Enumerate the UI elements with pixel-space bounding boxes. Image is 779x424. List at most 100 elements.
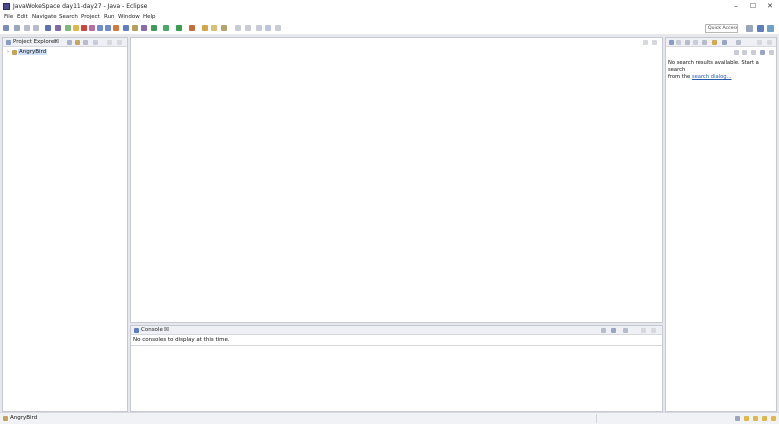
tree-item-angrybird[interactable]: › AngryBird <box>7 49 107 56</box>
open-perspective-icon[interactable] <box>746 25 753 32</box>
save-all-icon[interactable] <box>33 25 39 31</box>
prev-annotation-icon[interactable] <box>245 25 251 31</box>
problems-tab-icon[interactable] <box>676 40 681 45</box>
status-icon-4[interactable] <box>762 416 767 421</box>
status-icon-1[interactable] <box>735 416 740 421</box>
menu-navigate[interactable]: Navigate <box>32 14 57 20</box>
console-icon <box>134 328 139 333</box>
suspend-icon[interactable] <box>73 25 79 31</box>
menu-project[interactable]: Project <box>81 14 100 20</box>
filter-icon[interactable] <box>83 40 88 45</box>
minimize-view-icon[interactable] <box>107 40 112 45</box>
menu-edit[interactable]: Edit <box>17 14 28 20</box>
show-next-icon[interactable] <box>742 50 747 55</box>
console-close-icon[interactable]: ☒ <box>164 327 169 333</box>
javadoc-tab-icon[interactable] <box>685 40 690 45</box>
search-tab-icon[interactable] <box>669 40 674 45</box>
show-previous-icon[interactable] <box>734 50 739 55</box>
window-title: JavaWokeSpace day11-day27 - Java - Eclip… <box>13 3 148 10</box>
project-explorer-icon <box>6 40 11 45</box>
open-console-icon[interactable] <box>601 328 606 333</box>
search-dialog-link[interactable]: search dialog... <box>692 74 732 80</box>
status-divider <box>596 414 597 423</box>
search-message: No search results available. Start a sea… <box>668 60 776 81</box>
java-ee-perspective-icon[interactable] <box>757 25 764 32</box>
status-icon-2[interactable] <box>744 416 749 421</box>
editor-minimize-icon[interactable] <box>643 40 648 45</box>
open-folder-icon[interactable] <box>202 25 208 31</box>
console-maximize-icon[interactable] <box>651 328 656 333</box>
declaration-tab-icon[interactable] <box>693 40 698 45</box>
java-perspective-icon[interactable] <box>767 25 774 32</box>
last-edit-icon[interactable] <box>256 25 262 31</box>
resume-icon[interactable] <box>65 25 71 31</box>
search-active-tab-icon[interactable] <box>712 40 717 45</box>
java-project-icon <box>12 50 17 55</box>
status-icon-5[interactable] <box>771 416 776 421</box>
remove-results-icon[interactable] <box>751 50 756 55</box>
disconnect-icon[interactable] <box>89 25 95 31</box>
run-icon[interactable] <box>176 25 182 31</box>
close-view-icon[interactable]: ☒ <box>54 39 59 45</box>
skip-breakpoints-icon[interactable] <box>55 25 61 31</box>
menu-search[interactable]: Search <box>59 14 78 20</box>
print-icon[interactable] <box>45 25 51 31</box>
menu-file[interactable]: File <box>4 14 13 20</box>
outline-tab-icon[interactable] <box>702 40 707 45</box>
console-divider <box>131 345 662 346</box>
open-task-icon[interactable] <box>132 25 138 31</box>
selected-project-icon <box>3 416 8 421</box>
search-maximize-icon[interactable] <box>767 40 772 45</box>
history-tab-icon[interactable] <box>722 40 727 45</box>
minimize-button[interactable]: – <box>729 1 743 12</box>
forward-icon[interactable] <box>275 25 281 31</box>
search-history-icon[interactable] <box>760 50 765 55</box>
new-icon[interactable] <box>3 25 9 31</box>
step-over-icon[interactable] <box>105 25 111 31</box>
main-toolbar <box>0 22 779 35</box>
new-dropdown-icon[interactable] <box>14 25 20 31</box>
terminate-icon[interactable] <box>81 25 87 31</box>
expand-arrow-icon[interactable]: › <box>7 49 9 55</box>
project-explorer-tab[interactable]: Project Explorer <box>13 39 56 45</box>
console-message: No consoles to display at this time. <box>133 337 230 343</box>
back-icon[interactable] <box>265 25 271 31</box>
new-package-icon[interactable] <box>151 25 157 31</box>
debug-icon[interactable] <box>163 25 169 31</box>
next-annotation-icon[interactable] <box>235 25 241 31</box>
project-explorer-tabstrip: Project Explorer ☒ <box>3 38 127 47</box>
step-into-icon[interactable] <box>97 25 103 31</box>
editor-maximize-icon[interactable] <box>652 40 657 45</box>
open-type-icon[interactable] <box>123 25 129 31</box>
maximize-button[interactable]: ☐ <box>746 1 760 12</box>
console-tab[interactable]: Console <box>141 327 163 333</box>
project-explorer-view: Project Explorer ☒ › AngryBird <box>2 37 128 412</box>
status-icon-3[interactable] <box>753 416 758 421</box>
menu-run[interactable]: Run <box>104 14 115 20</box>
view-menu-icon[interactable] <box>93 40 98 45</box>
console-minimize-icon[interactable] <box>641 328 646 333</box>
quick-access-input[interactable]: Quick Access <box>705 24 738 33</box>
status-selection: AngryBird <box>10 415 38 421</box>
step-return-icon[interactable] <box>113 25 119 31</box>
menu-window[interactable]: Window <box>118 14 140 20</box>
search-message-line2: from the search dialog... <box>668 74 776 81</box>
pin-editor-icon[interactable] <box>221 25 227 31</box>
display-console-icon[interactable] <box>611 328 616 333</box>
pin-view-icon[interactable] <box>736 40 741 45</box>
menu-bar: File Edit Navigate Search Project Run Wi… <box>0 13 779 22</box>
link-editor-icon[interactable] <box>75 40 80 45</box>
external-tools-icon[interactable] <box>189 25 195 31</box>
open-file-icon[interactable] <box>211 25 217 31</box>
close-button[interactable]: ✕ <box>763 1 777 12</box>
search-view-menu-icon[interactable] <box>769 50 774 55</box>
editor-area <box>130 37 663 323</box>
new-class-icon[interactable] <box>141 25 147 31</box>
search-view: No search results available. Start a sea… <box>665 37 777 412</box>
search-minimize-icon[interactable] <box>757 40 762 45</box>
menu-help[interactable]: Help <box>143 14 156 20</box>
maximize-view-icon[interactable] <box>117 40 122 45</box>
collapse-all-icon[interactable] <box>67 40 72 45</box>
save-icon[interactable] <box>24 25 30 31</box>
new-console-icon[interactable] <box>623 328 628 333</box>
